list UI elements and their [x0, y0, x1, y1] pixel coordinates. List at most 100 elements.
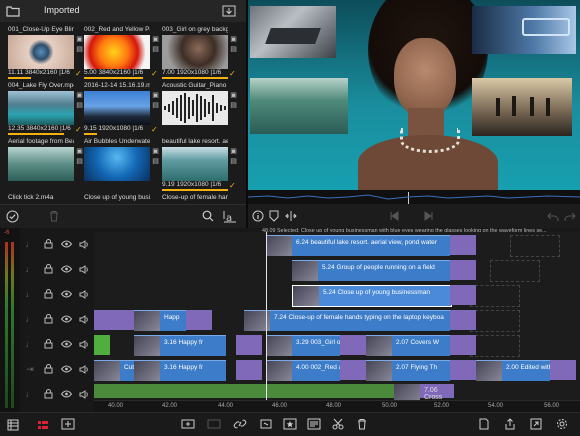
link-icon[interactable] — [232, 417, 248, 431]
add-clip-icon[interactable] — [180, 417, 196, 431]
visibility-eye-icon[interactable] — [60, 238, 72, 250]
empty-slot[interactable] — [470, 285, 520, 307]
media-tile[interactable]: Aerial footage from Beautif▣▤ — [8, 138, 84, 190]
lock-icon[interactable] — [42, 288, 54, 300]
pip-laptop-hands[interactable] — [250, 6, 336, 58]
lock-icon[interactable] — [42, 313, 54, 325]
media-thumbnail[interactable] — [8, 35, 74, 69]
redo-icon[interactable] — [563, 209, 577, 223]
media-thumbnail[interactable] — [84, 91, 150, 125]
transition-block[interactable] — [550, 360, 576, 380]
export-icon[interactable] — [528, 417, 544, 431]
visibility-eye-icon[interactable] — [60, 338, 72, 350]
delete-clip-icon[interactable] — [354, 417, 370, 431]
media-thumbnail[interactable] — [84, 147, 150, 181]
mic-icon[interactable]: ♩ — [24, 338, 36, 350]
sort-az-icon[interactable]: a — [222, 209, 238, 225]
media-tile[interactable]: Acoustic Guitar_Piano Und▣▤ — [162, 82, 238, 134]
empty-slot[interactable] — [490, 260, 540, 282]
clip-cute[interactable]: Cute rel — [94, 360, 134, 381]
lock-icon[interactable] — [42, 388, 54, 400]
transition-block[interactable] — [450, 235, 476, 255]
media-tile[interactable]: 2016-12-14 15.16.19.mp4 9.15 1920x1080 |1… — [84, 82, 160, 135]
trash-icon[interactable] — [48, 209, 60, 223]
mic-icon[interactable]: ♩ — [24, 263, 36, 275]
media-thumbnail[interactable] — [162, 35, 228, 69]
transition-block[interactable] — [450, 310, 476, 330]
select-check-icon[interactable] — [5, 209, 19, 223]
add-track-icon[interactable] — [60, 417, 76, 431]
green-clip[interactable] — [94, 335, 110, 355]
clip-happy[interactable]: Happ — [134, 310, 186, 331]
media-tile[interactable]: 004_Lake Fly Over.mp4 12.35 3840x2160 |1/… — [8, 82, 84, 135]
visibility-eye-icon[interactable] — [60, 313, 72, 325]
search-icon[interactable] — [201, 209, 215, 223]
media-tile[interactable]: Air Bubbles Underwater.m▣▤ — [84, 138, 160, 190]
clip-people-running[interactable]: 5.24 Group of people running on a field — [292, 260, 450, 281]
color-grid-icon[interactable] — [36, 418, 50, 432]
speaker-icon[interactable] — [78, 388, 90, 400]
speaker-icon[interactable] — [78, 238, 90, 250]
media-thumbnail[interactable] — [84, 35, 150, 69]
pip-people-running[interactable] — [472, 78, 572, 136]
settings-icon[interactable] — [554, 417, 570, 431]
transition-block[interactable] — [340, 360, 366, 380]
media-tile[interactable]: 003_Girl on grey backgroun 7.00 1920x1080… — [162, 26, 238, 79]
transition-block[interactable] — [340, 335, 366, 355]
media-tile[interactable]: 001_Close-Up Eye Blinking 11.11 3840x2160… — [8, 26, 84, 79]
mic-icon[interactable]: ♩ — [24, 313, 36, 325]
mic-icon[interactable]: ♩ — [24, 388, 36, 400]
mic-icon[interactable]: ⇥ — [24, 363, 36, 375]
transition-block[interactable] — [450, 360, 476, 380]
split-icon[interactable] — [284, 209, 298, 223]
next-frame-icon[interactable] — [423, 209, 435, 223]
transition-block[interactable] — [450, 285, 476, 305]
placeholder-icon[interactable] — [206, 417, 222, 431]
clip-edited-with[interactable]: 2.00 Edited with — [476, 360, 550, 381]
visibility-eye-icon[interactable] — [60, 263, 72, 275]
media-tile[interactable]: Close-up of female hands — [162, 194, 238, 204]
transition-block[interactable]: 7.06 Cross Dissolv — [394, 384, 454, 408]
audio-clip[interactable] — [94, 384, 394, 398]
media-thumbnail[interactable] — [162, 147, 228, 181]
preview-viewer[interactable] — [248, 0, 580, 190]
scissors-icon[interactable] — [330, 417, 346, 431]
transition-block[interactable] — [450, 335, 476, 355]
media-thumbnail[interactable] — [8, 147, 74, 181]
share-icon[interactable] — [502, 417, 518, 431]
empty-slot[interactable] — [510, 235, 560, 257]
speaker-icon[interactable] — [78, 263, 90, 275]
media-thumbnail[interactable] — [8, 91, 74, 125]
mic-icon[interactable]: ♩ — [24, 238, 36, 250]
speaker-icon[interactable] — [78, 363, 90, 375]
media-tile[interactable]: Close up of young busines — [84, 194, 160, 204]
transition-block[interactable] — [94, 310, 134, 330]
folder-icon[interactable] — [6, 4, 20, 18]
clip-lake-resort[interactable]: 6.24 beautiful lake resort. aerial view,… — [266, 235, 450, 256]
speaker-icon[interactable] — [78, 338, 90, 350]
clip-red-paint[interactable]: 4.00 002_Red a — [266, 360, 340, 381]
media-tile[interactable]: beautiful lake resort. aeri 9.19 1920x108… — [162, 138, 238, 191]
transition-block[interactable] — [186, 310, 212, 330]
clip-female-hands[interactable]: 7.24 Close-up of female hands typing on … — [244, 310, 450, 331]
transition-block[interactable] — [450, 260, 476, 280]
mic-icon[interactable]: ♩ — [24, 288, 36, 300]
visibility-eye-icon[interactable] — [60, 388, 72, 400]
track-list-icon[interactable] — [6, 418, 20, 432]
clip-happy-fr-2[interactable]: 3.16 Happy fr — [134, 360, 226, 381]
speaker-icon[interactable] — [78, 313, 90, 325]
info-icon[interactable] — [251, 209, 265, 223]
visibility-eye-icon[interactable] — [60, 363, 72, 375]
transition-block[interactable] — [236, 360, 262, 380]
lock-icon[interactable] — [42, 338, 54, 350]
crop-icon[interactable] — [258, 417, 274, 431]
transition-block[interactable] — [236, 335, 262, 355]
page-icon[interactable] — [476, 417, 492, 431]
clip-covers[interactable]: 2.07 Covers W — [366, 335, 450, 356]
pip-lake[interactable] — [250, 78, 348, 134]
undo-icon[interactable] — [546, 209, 560, 223]
media-thumbnail[interactable] — [162, 91, 228, 125]
empty-slot[interactable] — [470, 310, 520, 332]
empty-slot[interactable] — [470, 335, 520, 357]
media-tile[interactable]: Click tick 2.m4a — [8, 194, 84, 204]
